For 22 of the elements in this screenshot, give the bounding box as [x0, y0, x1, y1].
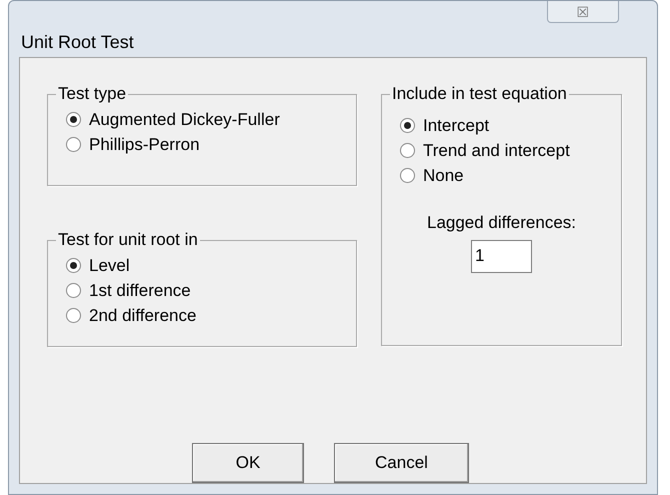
radio-option[interactable]: Level — [66, 253, 356, 278]
radio-option[interactable]: Phillips-Perron — [66, 132, 356, 157]
close-button[interactable]: ☒ — [547, 1, 619, 23]
radio-option[interactable]: 1st difference — [66, 278, 356, 303]
lag-input[interactable]: 1 — [471, 240, 532, 272]
radio-option[interactable]: 2nd difference — [66, 303, 356, 328]
radio-option[interactable]: Augmented Dickey-Fuller — [66, 107, 356, 132]
radio-button[interactable] — [66, 308, 81, 323]
radio-button[interactable] — [400, 143, 415, 158]
dialog-button[interactable]: Cancel — [334, 443, 469, 483]
radio-button[interactable] — [400, 168, 415, 183]
radio-button[interactable] — [66, 112, 81, 127]
radio-option[interactable]: Intercept — [400, 113, 621, 138]
radio-button[interactable] — [66, 258, 81, 273]
radio-button[interactable] — [400, 118, 415, 133]
window-title: Unit Root Test — [21, 31, 134, 54]
radio-option[interactable]: Trend and intercept — [400, 138, 621, 163]
radio-button[interactable] — [66, 137, 81, 152]
radio-button[interactable] — [66, 283, 81, 298]
dialog-button[interactable]: OK — [192, 443, 304, 483]
lag-label: Lagged differences: — [426, 212, 576, 234]
radio-option[interactable]: None — [400, 163, 621, 188]
